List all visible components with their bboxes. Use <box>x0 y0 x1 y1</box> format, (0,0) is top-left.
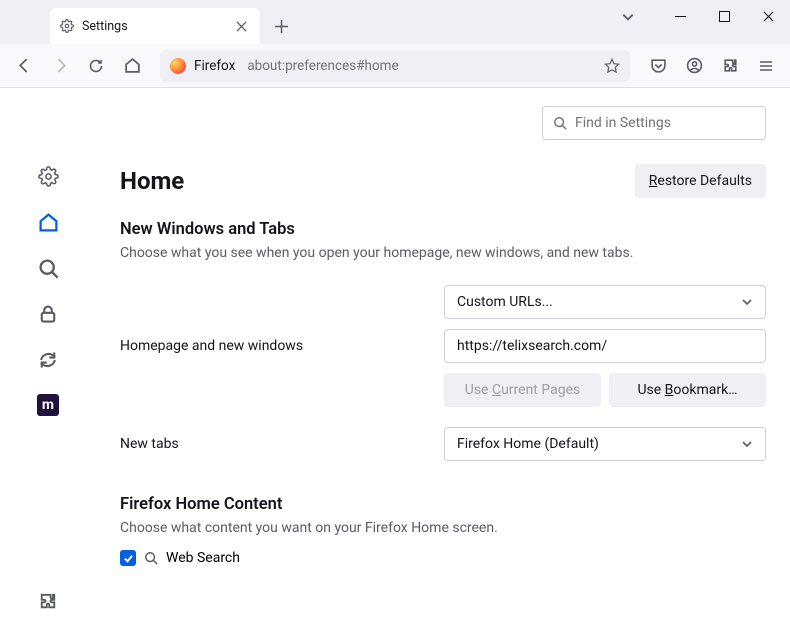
chevron-down-icon <box>741 438 753 450</box>
newtabs-value: Firefox Home (Default) <box>457 436 599 452</box>
titlebar: Settings <box>0 0 790 44</box>
home-button[interactable] <box>116 50 148 82</box>
close-button[interactable] <box>746 0 790 32</box>
url-bar[interactable]: Firefox about:preferences#home <box>160 50 630 82</box>
new-tab-button[interactable] <box>266 11 296 41</box>
app-menu-button[interactable] <box>750 50 782 82</box>
tabs-dropdown-button[interactable] <box>621 10 635 24</box>
settings-main: Find in Settings Home Restore Defaults N… <box>96 88 790 617</box>
extensions-button[interactable] <box>714 50 746 82</box>
use-bookmark-button[interactable]: Use Bookmark… <box>609 373 766 407</box>
sidebar-extensions[interactable] <box>36 589 60 613</box>
settings-sidebar: m <box>0 88 96 617</box>
homepage-label: Homepage and new windows <box>120 338 444 354</box>
search-icon <box>553 116 567 130</box>
newtabs-select[interactable]: Firefox Home (Default) <box>444 427 766 461</box>
tab-title: Settings <box>82 19 128 34</box>
browser-tab[interactable]: Settings <box>50 8 260 44</box>
use-current-pages-button[interactable]: Use Current Pages <box>444 373 601 407</box>
homepage-mode-select[interactable]: Custom URLs... <box>444 285 766 319</box>
bookmark-star-icon[interactable] <box>604 58 620 74</box>
section-desc-nwt: Choose what you see when you open your h… <box>120 245 766 261</box>
forward-button[interactable] <box>44 50 76 82</box>
sidebar-sync[interactable] <box>36 348 60 372</box>
sidebar-home[interactable] <box>36 210 60 234</box>
section-heading-fhc: Firefox Home Content <box>120 495 766 514</box>
account-button[interactable] <box>678 50 710 82</box>
newtabs-label: New tabs <box>120 436 444 452</box>
restore-defaults-button[interactable]: Restore Defaults <box>635 164 766 198</box>
window-controls <box>658 0 790 40</box>
gear-icon <box>60 19 74 33</box>
sidebar-privacy[interactable] <box>36 302 60 326</box>
homepage-url-input[interactable] <box>444 329 766 363</box>
minimize-button[interactable] <box>658 0 702 32</box>
chevron-down-icon <box>741 296 753 308</box>
find-in-settings-input[interactable]: Find in Settings <box>542 106 766 140</box>
back-button[interactable] <box>8 50 40 82</box>
maximize-button[interactable] <box>702 0 746 32</box>
sidebar-general[interactable] <box>36 164 60 188</box>
pocket-button[interactable] <box>642 50 674 82</box>
page-title: Home <box>120 167 184 195</box>
reload-button[interactable] <box>80 50 112 82</box>
identity-label: Firefox <box>194 58 235 74</box>
section-heading-nwt: New Windows and Tabs <box>120 220 766 239</box>
find-placeholder: Find in Settings <box>575 115 671 131</box>
nav-toolbar: Firefox about:preferences#home <box>0 44 790 88</box>
websearch-label: Web Search <box>166 550 240 566</box>
close-icon[interactable] <box>232 17 250 35</box>
websearch-checkbox[interactable] <box>120 550 136 566</box>
sidebar-more-mozilla[interactable]: m <box>37 394 59 416</box>
sidebar-search[interactable] <box>36 256 60 280</box>
homepage-mode-value: Custom URLs... <box>457 294 553 310</box>
firefox-logo-icon <box>170 58 186 74</box>
section-desc-fhc: Choose what content you want on your Fir… <box>120 520 766 536</box>
search-icon <box>144 551 158 565</box>
url-text: about:preferences#home <box>247 58 398 74</box>
content: m Find in Settings Home Restore Defaults… <box>0 88 790 617</box>
